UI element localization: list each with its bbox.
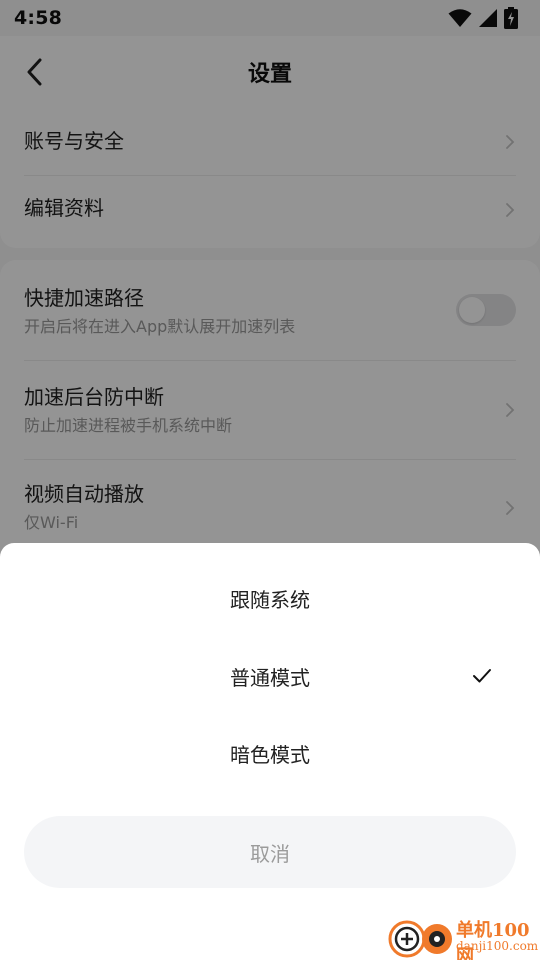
- option-normal-mode[interactable]: 普通模式: [0, 641, 540, 711]
- watermark: 单机100网 danji100.com: [388, 914, 538, 960]
- danji100-logo-icon: [388, 920, 452, 958]
- option-label: 暗色模式: [230, 742, 310, 767]
- cancel-label: 取消: [250, 841, 290, 866]
- cancel-button[interactable]: 取消: [24, 816, 516, 888]
- option-label: 跟随系统: [230, 587, 310, 612]
- checkmark-icon: [473, 669, 491, 683]
- watermark-url: danji100.com: [456, 939, 539, 953]
- option-label: 普通模式: [230, 665, 310, 690]
- theme-bottom-sheet: 跟随系统 普通模式 暗色模式 取消: [0, 543, 540, 960]
- option-follow-system[interactable]: 跟随系统: [0, 563, 540, 633]
- option-dark-mode[interactable]: 暗色模式: [0, 718, 540, 788]
- watermark-name: 单机100网: [456, 920, 530, 960]
